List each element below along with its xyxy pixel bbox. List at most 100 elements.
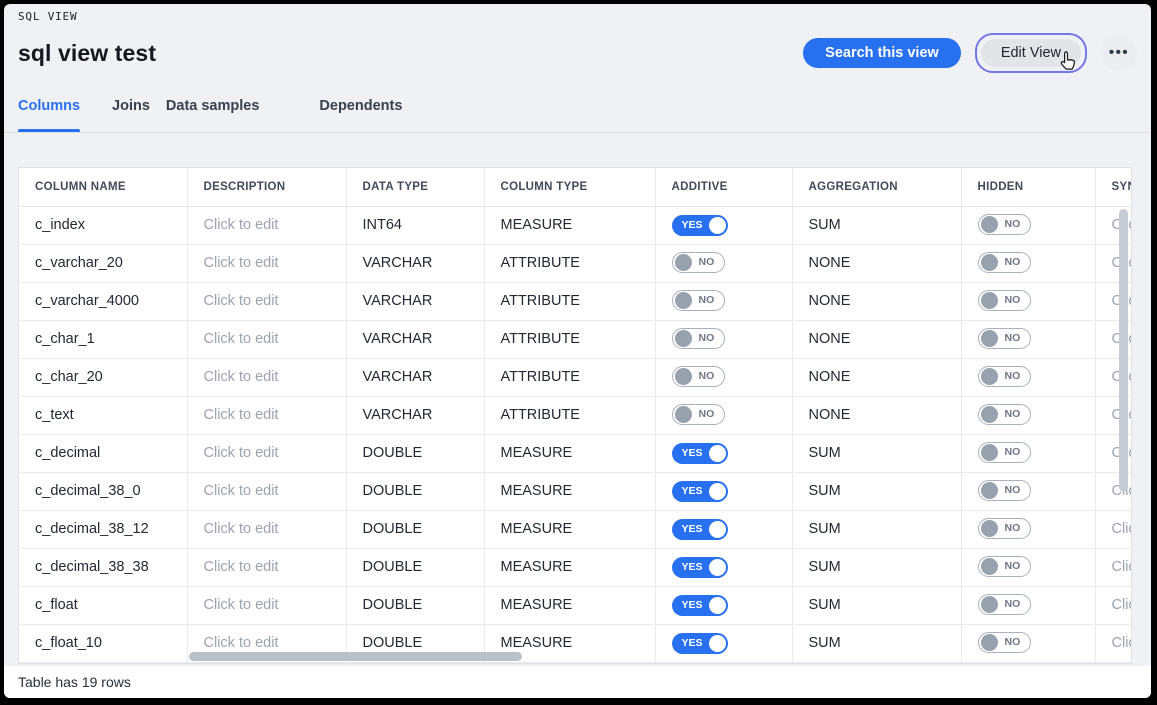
hidden-toggle[interactable]: NO	[978, 404, 1032, 425]
hidden-toggle[interactable]: NO	[978, 594, 1032, 615]
column-name-cell: c_char_1	[19, 320, 187, 358]
table-row: c_textClick to editVARCHARATTRIBUTENONON…	[19, 396, 1132, 434]
toggle-state-label: NO	[1005, 408, 1021, 420]
vertical-scrollbar-thumb[interactable]	[1119, 209, 1128, 492]
toggle-knob	[981, 482, 998, 499]
aggregation-cell[interactable]: NONE	[792, 320, 961, 358]
additive-toggle[interactable]: NO	[672, 252, 726, 273]
column-type-cell[interactable]: ATTRIBUTE	[484, 396, 655, 434]
column-type-cell[interactable]: MEASURE	[484, 472, 655, 510]
description-cell[interactable]: Click to edit	[187, 548, 346, 586]
aggregation-cell[interactable]: SUM	[792, 472, 961, 510]
hidden-toggle[interactable]: NO	[978, 518, 1032, 539]
column-type-cell[interactable]: MEASURE	[484, 548, 655, 586]
column-type-cell[interactable]: MEASURE	[484, 434, 655, 472]
table-row: c_char_20Click to editVARCHARATTRIBUTENO…	[19, 358, 1132, 396]
aggregation-cell[interactable]: SUM	[792, 548, 961, 586]
column-type-cell[interactable]: ATTRIBUTE	[484, 320, 655, 358]
additive-toggle[interactable]: YES	[672, 595, 728, 616]
data-type-cell: DOUBLE	[346, 586, 484, 624]
toggle-knob	[981, 520, 998, 537]
additive-toggle[interactable]: YES	[672, 519, 728, 540]
description-cell[interactable]: Click to edit	[187, 282, 346, 320]
description-cell[interactable]: Click to edit	[187, 320, 346, 358]
hidden-toggle[interactable]: NO	[978, 632, 1032, 653]
column-name-cell: c_text	[19, 396, 187, 434]
additive-toggle-cell: YES	[655, 434, 792, 472]
aggregation-cell[interactable]: NONE	[792, 396, 961, 434]
additive-toggle[interactable]: YES	[672, 633, 728, 654]
hidden-toggle[interactable]: NO	[978, 290, 1032, 311]
data-type-cell: VARCHAR	[346, 320, 484, 358]
hidden-toggle-cell: NO	[961, 358, 1095, 396]
description-cell[interactable]: Click to edit	[187, 244, 346, 282]
hidden-toggle[interactable]: NO	[978, 442, 1032, 463]
column-type-cell[interactable]: ATTRIBUTE	[484, 244, 655, 282]
description-cell[interactable]: Click to edit	[187, 396, 346, 434]
toggle-state-label: YES	[682, 523, 703, 535]
description-cell[interactable]: Click to edit	[187, 358, 346, 396]
additive-toggle[interactable]: YES	[672, 443, 728, 464]
hidden-toggle[interactable]: NO	[978, 556, 1032, 577]
additive-toggle-cell: YES	[655, 624, 792, 662]
aggregation-cell[interactable]: SUM	[792, 510, 961, 548]
description-cell[interactable]: Click to edit	[187, 510, 346, 548]
additive-toggle[interactable]: YES	[672, 215, 728, 236]
hidden-toggle[interactable]: NO	[978, 214, 1032, 235]
data-type-cell: VARCHAR	[346, 358, 484, 396]
aggregation-cell[interactable]: NONE	[792, 358, 961, 396]
column-type-cell[interactable]: MEASURE	[484, 510, 655, 548]
additive-toggle[interactable]: NO	[672, 328, 726, 349]
description-cell[interactable]: Click to edit	[187, 472, 346, 510]
hidden-toggle[interactable]: NO	[978, 366, 1032, 387]
table-row: c_varchar_20Click to editVARCHARATTRIBUT…	[19, 244, 1132, 282]
horizontal-scrollbar-thumb[interactable]	[189, 652, 522, 661]
search-this-view-button[interactable]: Search this view	[803, 38, 961, 68]
aggregation-cell[interactable]: SUM	[792, 624, 961, 662]
toggle-state-label: NO	[699, 408, 715, 420]
object-type-label: SQL VIEW	[18, 10, 1137, 26]
tab-joins[interactable]: Joins	[112, 96, 150, 132]
aggregation-cell[interactable]: SUM	[792, 434, 961, 472]
additive-toggle[interactable]: NO	[672, 366, 726, 387]
tab-bar: Columns Joins Data samples Dependents	[4, 96, 1151, 133]
toggle-state-label: NO	[1005, 256, 1021, 268]
column-type-cell[interactable]: ATTRIBUTE	[484, 358, 655, 396]
more-options-button[interactable]: •••	[1101, 35, 1137, 71]
synonyms-cell[interactable]: Click to edit	[1095, 586, 1132, 624]
hidden-toggle[interactable]: NO	[978, 480, 1032, 501]
aggregation-cell[interactable]: SUM	[792, 206, 961, 244]
tab-columns[interactable]: Columns	[18, 96, 80, 132]
column-header-data-type: DATA TYPE	[346, 168, 484, 206]
toggle-state-label: NO	[1005, 370, 1021, 382]
aggregation-cell[interactable]: NONE	[792, 244, 961, 282]
column-name-cell: c_float	[19, 586, 187, 624]
description-cell[interactable]: Click to edit	[187, 434, 346, 472]
additive-toggle[interactable]: NO	[672, 290, 726, 311]
data-type-cell: DOUBLE	[346, 510, 484, 548]
additive-toggle-cell: NO	[655, 320, 792, 358]
additive-toggle-cell: YES	[655, 510, 792, 548]
additive-toggle[interactable]: YES	[672, 557, 728, 578]
synonyms-cell[interactable]: Click to edit	[1095, 624, 1132, 662]
description-cell[interactable]: Click to edit	[187, 586, 346, 624]
hidden-toggle[interactable]: NO	[978, 328, 1032, 349]
tab-dependents[interactable]: Dependents	[319, 96, 402, 132]
toolbar: Search this view Edit View •••	[803, 33, 1137, 73]
additive-toggle[interactable]: YES	[672, 481, 728, 502]
column-type-cell[interactable]: ATTRIBUTE	[484, 282, 655, 320]
additive-toggle[interactable]: NO	[672, 404, 726, 425]
synonyms-cell[interactable]: Click to edit	[1095, 510, 1132, 548]
hidden-toggle-cell: NO	[961, 510, 1095, 548]
synonyms-cell[interactable]: Click to edit	[1095, 548, 1132, 586]
tab-data-samples[interactable]: Data samples	[166, 96, 260, 132]
edit-view-focus-ring: Edit View	[975, 33, 1087, 73]
toggle-knob	[709, 521, 726, 538]
hidden-toggle[interactable]: NO	[978, 252, 1032, 273]
aggregation-cell[interactable]: NONE	[792, 282, 961, 320]
aggregation-cell[interactable]: SUM	[792, 586, 961, 624]
hand-cursor-icon	[1056, 50, 1079, 73]
column-type-cell[interactable]: MEASURE	[484, 206, 655, 244]
description-cell[interactable]: Click to edit	[187, 206, 346, 244]
column-type-cell[interactable]: MEASURE	[484, 586, 655, 624]
